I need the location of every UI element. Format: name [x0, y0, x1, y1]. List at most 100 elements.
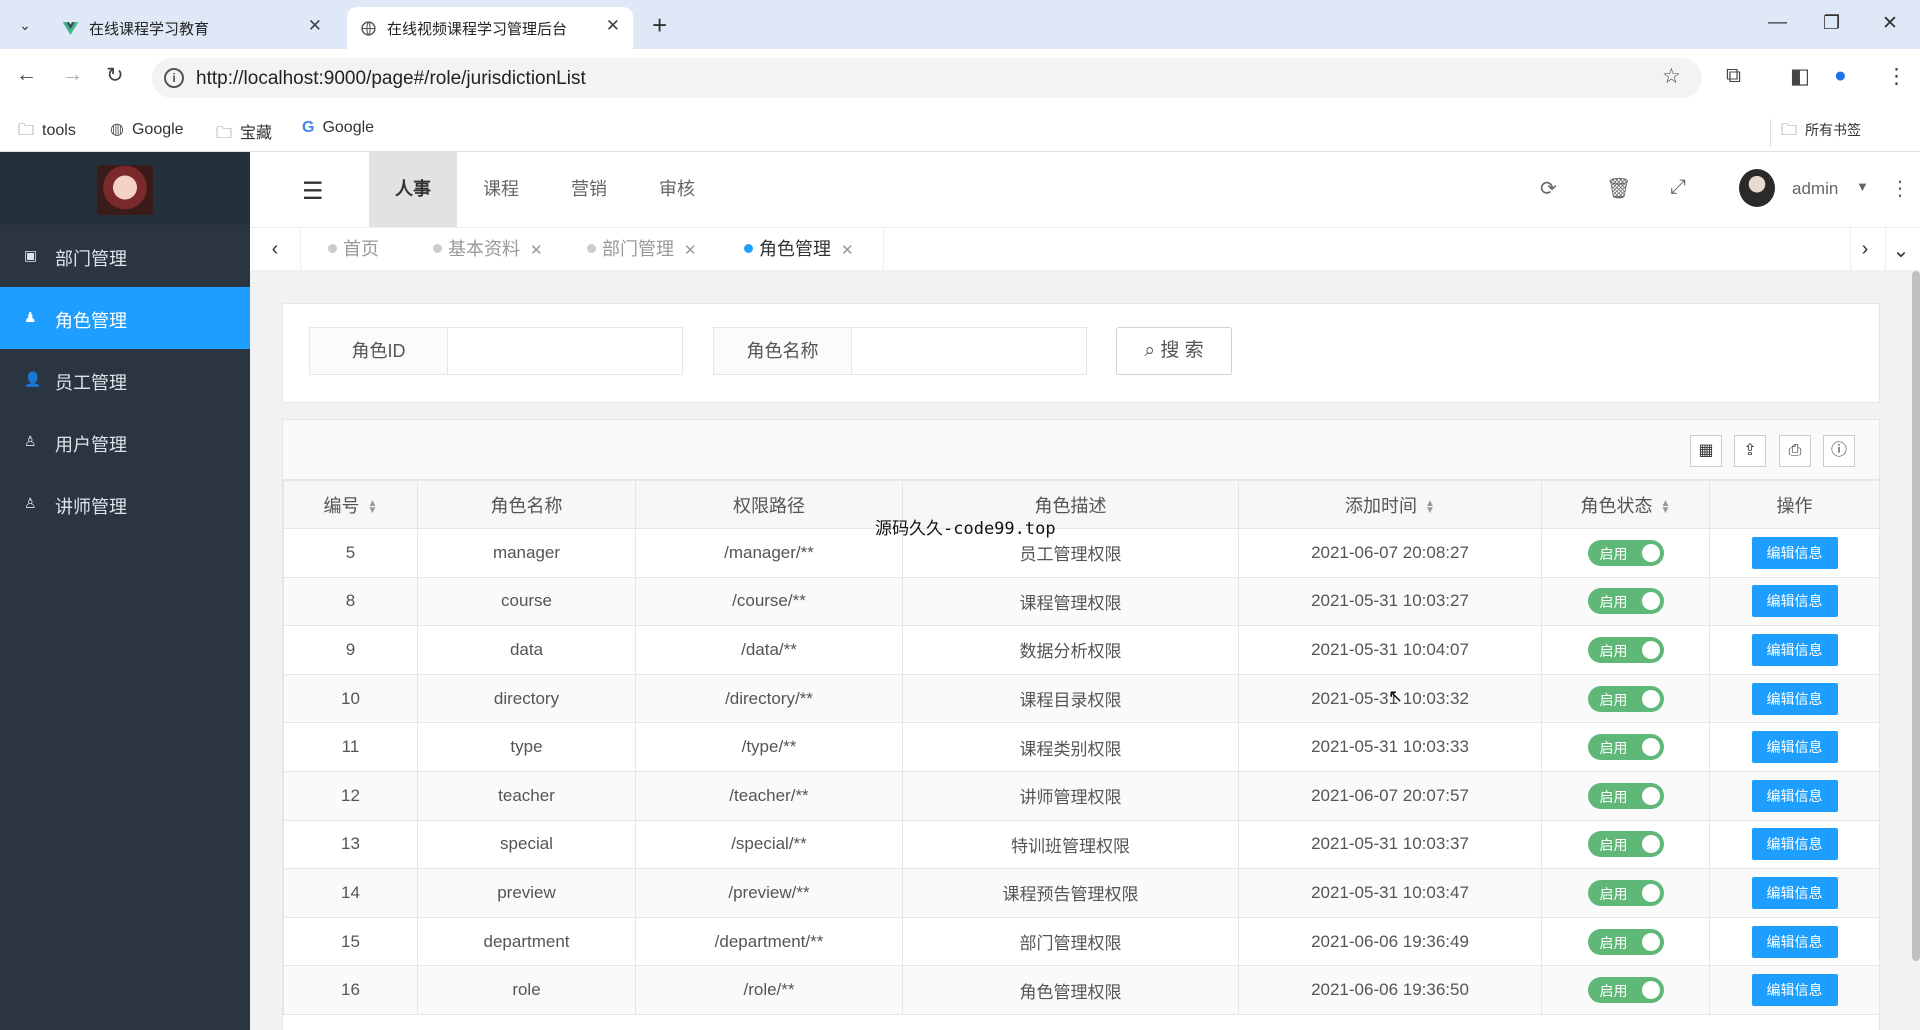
status-toggle[interactable]: 启用: [1587, 928, 1664, 955]
minimize-icon[interactable]: —: [1768, 12, 1787, 34]
tab-personnel[interactable]: 人事: [369, 152, 457, 227]
page-tab-basic-info[interactable]: 基本资料 ✕: [433, 228, 543, 271]
reload-icon[interactable]: ↻: [106, 63, 124, 88]
role-name-input[interactable]: [853, 328, 1086, 374]
more-options-icon[interactable]: ⋮: [1890, 176, 1910, 201]
cell-id: 14: [283, 868, 418, 918]
sidebar-item-employee[interactable]: 👤 员工管理: [0, 349, 250, 411]
edit-info-button[interactable]: 编辑信息: [1751, 876, 1838, 909]
export-icon[interactable]: ⇪: [1734, 435, 1766, 467]
tab-dot: [587, 243, 596, 253]
status-toggle[interactable]: 启用: [1587, 977, 1664, 1004]
page-scrollbar[interactable]: [1912, 271, 1920, 961]
browser-menu-icon[interactable]: ⋮: [1886, 64, 1907, 89]
site-info-icon[interactable]: i: [164, 68, 184, 88]
edit-info-button[interactable]: 编辑信息: [1751, 731, 1838, 764]
tabs-scroll-left-icon[interactable]: ‹: [264, 238, 286, 261]
status-toggle[interactable]: 启用: [1587, 636, 1664, 663]
all-bookmarks[interactable]: 🗀 所有书签: [1770, 119, 1861, 146]
cell-desc: 角色管理权限: [902, 965, 1239, 1015]
fullscreen-icon[interactable]: ⤢: [1670, 176, 1686, 199]
url-text[interactable]: http://localhost:9000/page#/role/jurisdi…: [196, 68, 586, 90]
chevron-down-icon[interactable]: ▼: [1856, 179, 1869, 194]
edit-info-button[interactable]: 编辑信息: [1751, 779, 1838, 812]
new-tab-button[interactable]: +: [652, 10, 667, 40]
status-label: 启用: [1599, 594, 1628, 611]
edit-info-button[interactable]: 编辑信息: [1751, 828, 1838, 861]
page-tab-home[interactable]: 首页: [328, 228, 379, 271]
browser-tab[interactable]: 在线课程学习教育 ✕: [49, 7, 335, 49]
cell-id: 10: [283, 673, 418, 724]
bookmark-item[interactable]: G Google: [302, 119, 374, 137]
close-icon[interactable]: ✕: [684, 242, 697, 259]
column-header-id[interactable]: 编号 ▲ ▼: [283, 480, 418, 529]
edit-info-button[interactable]: 编辑信息: [1751, 974, 1838, 1007]
username[interactable]: admin: [1792, 179, 1838, 199]
status-label: 启用: [1599, 788, 1628, 805]
edit-info-button[interactable]: 编辑信息: [1751, 925, 1838, 958]
status-toggle[interactable]: 启用: [1587, 588, 1664, 615]
info-icon[interactable]: ⓘ: [1823, 435, 1855, 467]
edit-info-button[interactable]: 编辑信息: [1751, 585, 1838, 618]
trash-icon[interactable]: 🗑: [1606, 176, 1631, 201]
bookmark-item[interactable]: 🗀 tools: [18, 119, 76, 146]
tab-course[interactable]: 课程: [457, 152, 545, 227]
restore-icon[interactable]: ❐: [1823, 12, 1840, 35]
close-tab-icon[interactable]: ✕: [606, 16, 620, 36]
close-icon[interactable]: ✕: [530, 242, 543, 259]
print-icon[interactable]: ⎙: [1779, 435, 1811, 467]
close-tab-icon[interactable]: ✕: [308, 16, 322, 36]
sort-icon[interactable]: ▲ ▼: [368, 498, 378, 515]
status-toggle[interactable]: 启用: [1587, 831, 1664, 858]
tab-marketing[interactable]: 营销: [545, 152, 633, 227]
tabs-scroll-right-icon[interactable]: ›: [1854, 238, 1876, 261]
columns-filter-icon[interactable]: ▦: [1690, 435, 1722, 467]
edit-info-button[interactable]: 编辑信息: [1751, 633, 1838, 666]
sidebar-item-department[interactable]: ▣ 部门管理: [0, 225, 250, 287]
cell-actions: 编辑信息: [1709, 819, 1880, 870]
role-id-input[interactable]: [449, 328, 682, 374]
cell-desc: 课程预告管理权限: [902, 868, 1239, 918]
status-toggle[interactable]: 启用: [1587, 539, 1664, 566]
bookmark-item[interactable]: ◍ Google: [110, 119, 184, 139]
url-omnibox[interactable]: i http://localhost:9000/page#/role/juris…: [152, 58, 1702, 98]
refresh-icon[interactable]: ⟳: [1540, 176, 1557, 201]
folder-icon: 🗀: [216, 125, 233, 142]
tabs-dropdown-icon[interactable]: ⌄: [1890, 238, 1912, 263]
status-toggle[interactable]: 启用: [1587, 734, 1664, 761]
column-header-time[interactable]: 添加时间 ▲ ▼: [1238, 480, 1542, 529]
search-button[interactable]: ⌕ 搜 索: [1116, 327, 1232, 375]
sidebar-item-user[interactable]: ♙ 用户管理: [0, 411, 250, 473]
tab-search-chevron-icon[interactable]: ⌄: [10, 10, 40, 40]
extensions-icon[interactable]: ⧉: [1726, 64, 1741, 88]
side-panel-icon[interactable]: ◧: [1790, 64, 1810, 89]
status-toggle[interactable]: 启用: [1587, 782, 1664, 809]
back-arrow-icon[interactable]: ←: [16, 63, 37, 87]
status-toggle[interactable]: 启用: [1587, 685, 1664, 712]
menu-toggle-icon[interactable]: ☰: [302, 177, 324, 206]
user-avatar[interactable]: [1739, 169, 1775, 207]
page-tab-department[interactable]: 部门管理 ✕: [587, 228, 697, 271]
browser-tab-active[interactable]: 在线视频课程学习管理后台 ✕: [347, 7, 633, 49]
status-toggle[interactable]: 启用: [1587, 879, 1664, 906]
toggle-knob: [1641, 689, 1660, 708]
forward-arrow-icon[interactable]: →: [62, 63, 83, 87]
profile-icon[interactable]: ●: [1834, 64, 1847, 88]
page-tab-role[interactable]: 角色管理 ✕: [744, 228, 854, 271]
sidebar-item-teacher[interactable]: ♙ 讲师管理: [0, 473, 250, 535]
globe-icon: ◍: [110, 121, 124, 138]
bookmark-star-icon[interactable]: ☆: [1662, 64, 1681, 89]
edit-info-button[interactable]: 编辑信息: [1751, 536, 1838, 569]
id-card-icon: ▣: [24, 247, 38, 263]
window-close-icon[interactable]: ✕: [1882, 12, 1898, 35]
tab-review[interactable]: 审核: [633, 152, 721, 227]
sort-icon[interactable]: ▲ ▼: [1661, 498, 1671, 515]
sort-icon[interactable]: ▲ ▼: [1425, 498, 1435, 515]
cell-status: 启用: [1541, 576, 1710, 627]
column-header-status[interactable]: 角色状态 ▲ ▼: [1541, 480, 1710, 529]
close-icon[interactable]: ✕: [841, 242, 854, 259]
bookmark-item[interactable]: 🗀 宝藏: [216, 119, 272, 149]
edit-info-button[interactable]: 编辑信息: [1751, 682, 1838, 715]
cell-path: /special/**: [635, 819, 903, 870]
sidebar-item-role[interactable]: ♟ 角色管理: [0, 287, 250, 349]
